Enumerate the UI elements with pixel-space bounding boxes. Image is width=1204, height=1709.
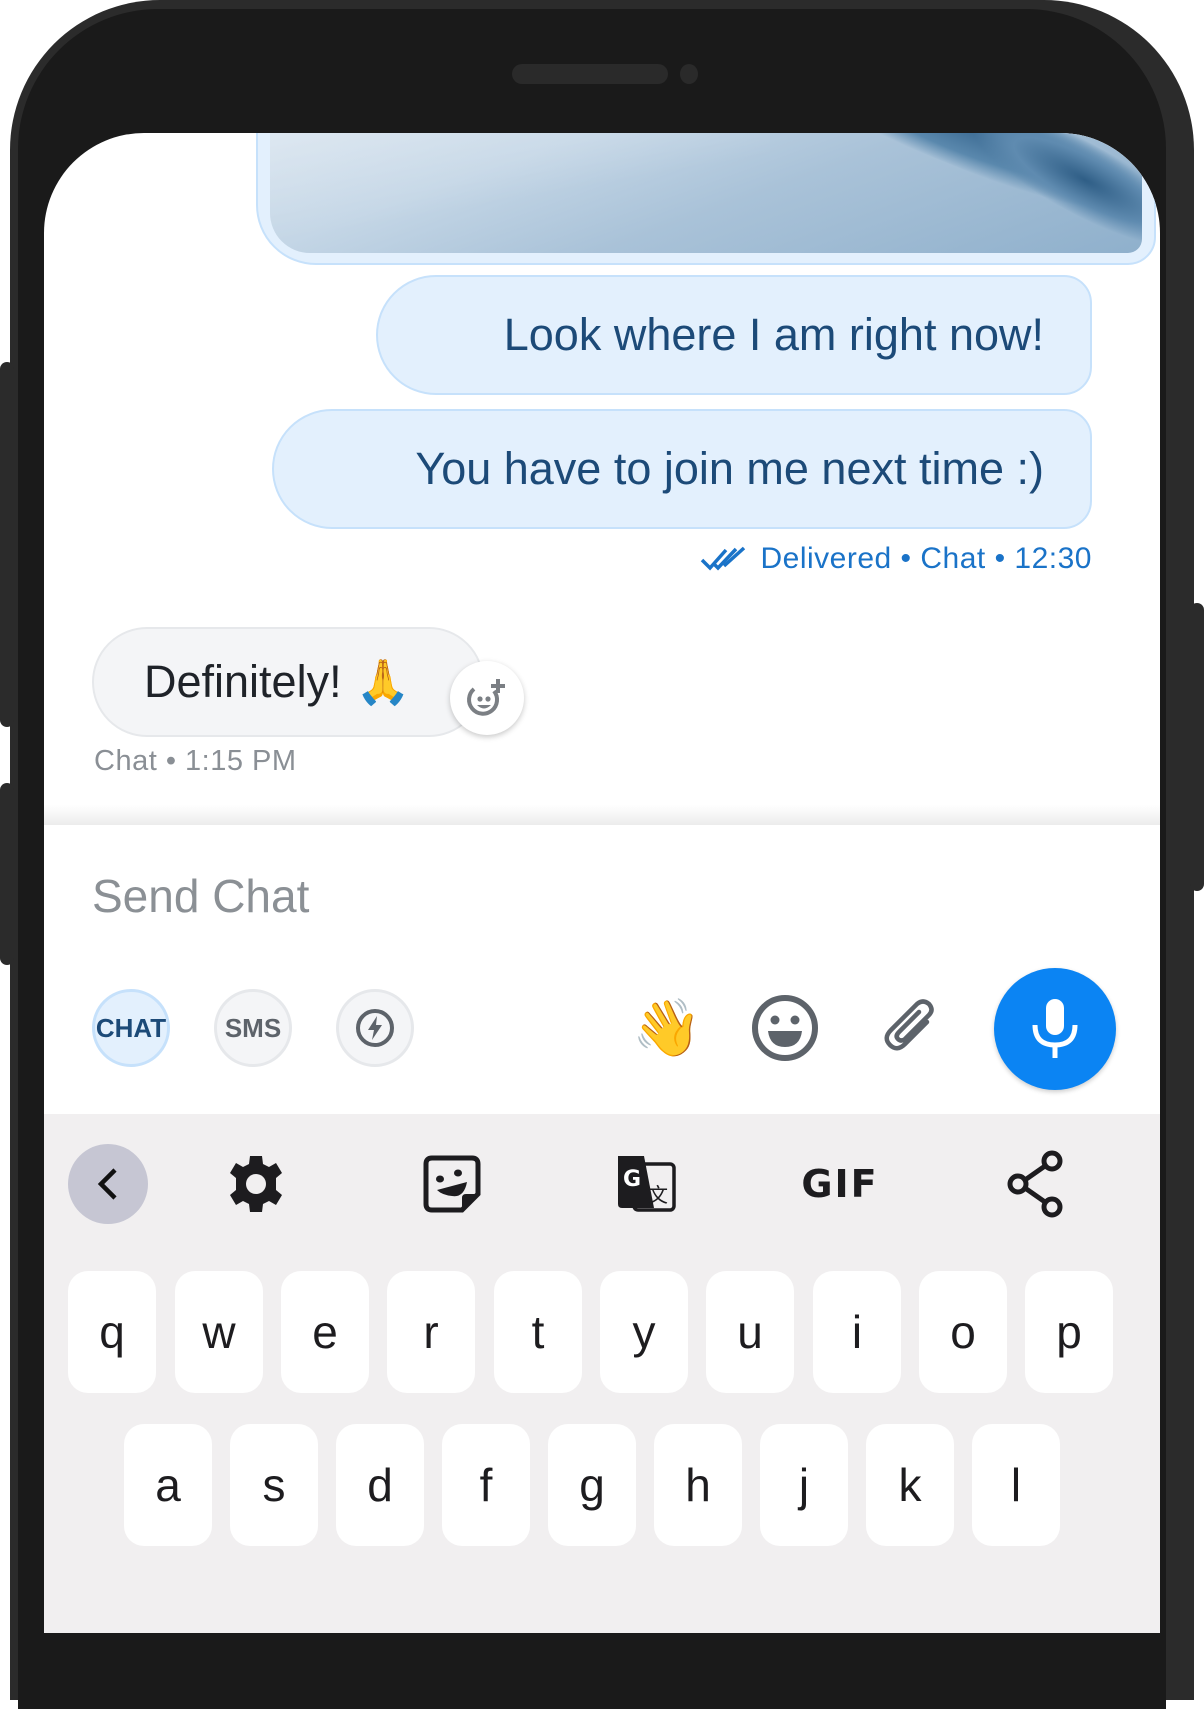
gif-label: GIF [801, 1162, 879, 1206]
keyboard-settings-button[interactable] [216, 1144, 296, 1224]
back-chevron-icon [97, 1168, 117, 1200]
message-text: Look where I am right now! [503, 309, 1044, 360]
gif-button[interactable]: GIF [800, 1144, 880, 1224]
smiley-icon [752, 995, 818, 1061]
key-s[interactable]: s [230, 1424, 318, 1546]
key-g[interactable]: g [548, 1424, 636, 1546]
outgoing-image-message[interactable] [256, 133, 1156, 265]
incoming-meta: Chat • 1:15 PM [94, 745, 297, 777]
key-j[interactable]: j [760, 1424, 848, 1546]
key-r[interactable]: r [387, 1271, 475, 1393]
message-input[interactable] [92, 861, 792, 931]
translate-icon: G 文 [618, 1156, 676, 1212]
power-button-left [0, 783, 14, 965]
svg-text:文: 文 [648, 1183, 668, 1207]
key-a[interactable]: a [124, 1424, 212, 1546]
mode-sms-button[interactable]: SMS [214, 989, 292, 1067]
composer-divider [44, 805, 1160, 825]
key-y[interactable]: y [600, 1271, 688, 1393]
front-camera [680, 64, 698, 84]
key-i[interactable]: i [813, 1271, 901, 1393]
side-button-right [1190, 603, 1204, 891]
message-text: Definitely! [144, 656, 342, 707]
message-text: You have to join me next time :) [415, 443, 1044, 494]
snow-photo[interactable] [270, 133, 1142, 253]
gear-icon [230, 1156, 282, 1212]
share-button[interactable] [996, 1144, 1076, 1224]
composer: CHAT SMS 👋 [44, 825, 1160, 1115]
microphone-icon [1032, 999, 1078, 1058]
mode-chat-label: CHAT [95, 1012, 167, 1043]
praying-hands-emoji: 🙏 [355, 658, 411, 707]
sticker-button[interactable] [412, 1144, 492, 1224]
outgoing-message-bubble[interactable]: Look where I am right now! [376, 275, 1092, 395]
key-h[interactable]: h [654, 1424, 742, 1546]
voice-record-button[interactable] [994, 968, 1116, 1090]
emoji-button[interactable] [750, 993, 820, 1063]
double-check-icon [701, 546, 746, 571]
add-reaction-button[interactable] [450, 661, 524, 735]
svg-text:G: G [623, 1167, 641, 1192]
key-e[interactable]: e [281, 1271, 369, 1393]
screen: Look where I am right now! You have to j… [44, 133, 1160, 1633]
key-u[interactable]: u [706, 1271, 794, 1393]
incoming-message-bubble[interactable]: Definitely! 🙏 [92, 627, 484, 737]
earpiece-speaker [512, 64, 668, 84]
key-w[interactable]: w [175, 1271, 263, 1393]
attach-button[interactable] [876, 993, 946, 1063]
mode-sms-label: SMS [224, 1012, 282, 1043]
keyboard-collapse-button[interactable] [68, 1144, 148, 1224]
key-t[interactable]: t [494, 1271, 582, 1393]
key-f[interactable]: f [442, 1424, 530, 1546]
share-icon [1007, 1150, 1063, 1218]
mode-chat-button[interactable]: CHAT [92, 989, 170, 1067]
paperclip-icon [884, 999, 934, 1051]
add-reaction-icon [467, 679, 505, 716]
mode-lightning-button[interactable] [336, 989, 414, 1067]
key-d[interactable]: d [336, 1424, 424, 1546]
outgoing-message-bubble[interactable]: You have to join me next time :) [272, 409, 1092, 529]
volume-button [0, 362, 14, 727]
key-k[interactable]: k [866, 1424, 954, 1546]
lightning-icon [356, 1009, 394, 1047]
translate-button[interactable]: G 文 [606, 1144, 686, 1224]
sticker-icon [423, 1155, 481, 1213]
key-p[interactable]: p [1025, 1271, 1113, 1393]
status-text: Delivered • Chat • 12:30 [760, 542, 1092, 575]
wave-emoji-button[interactable]: 👋 [632, 993, 702, 1063]
keyboard: G 文 GIF q w e r t y u i o p a s d f g h … [44, 1114, 1160, 1633]
key-l[interactable]: l [972, 1424, 1060, 1546]
key-o[interactable]: o [919, 1271, 1007, 1393]
key-q[interactable]: q [68, 1271, 156, 1393]
wave-emoji-icon: 👋 [632, 996, 702, 1059]
delivery-status: Delivered • Chat • 12:30 [700, 537, 1092, 581]
